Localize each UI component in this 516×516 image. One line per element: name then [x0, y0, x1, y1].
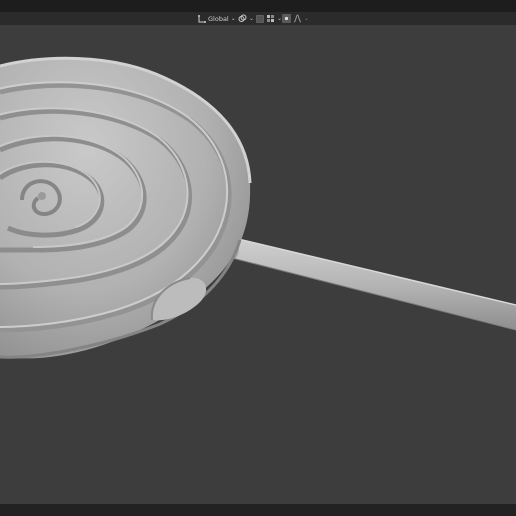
- top-menu-bar: [0, 0, 516, 12]
- proportional-edit-icon[interactable]: [282, 14, 291, 23]
- snap-target-icon[interactable]: [266, 14, 275, 23]
- snap-toggle-icon[interactable]: [256, 14, 265, 23]
- transform-orientation-dropdown[interactable]: Global ⌄: [198, 13, 236, 24]
- transform-orientation-label: Global: [208, 14, 229, 23]
- falloff-curve-icon[interactable]: [293, 14, 302, 23]
- lollipop-stick: [231, 237, 516, 331]
- lollipop-mesh[interactable]: [0, 25, 516, 504]
- chevron-down-icon: ⌄: [230, 15, 236, 22]
- transform-orientation-icon: [198, 14, 206, 23]
- chevron-down-icon[interactable]: ⌄: [304, 15, 309, 22]
- 3d-viewport[interactable]: [0, 25, 516, 504]
- link-icon[interactable]: [238, 14, 247, 23]
- lollipop-candy: [0, 56, 252, 359]
- viewport-header: Global ⌄ ⌄ ⌄ ⌄: [0, 12, 516, 25]
- chevron-down-icon[interactable]: ⌄: [249, 15, 254, 22]
- status-bar: [0, 504, 516, 516]
- pivot-snapping-controls[interactable]: ⌄ ⌄: [238, 13, 282, 24]
- proportional-editing-controls[interactable]: ⌄: [282, 13, 309, 24]
